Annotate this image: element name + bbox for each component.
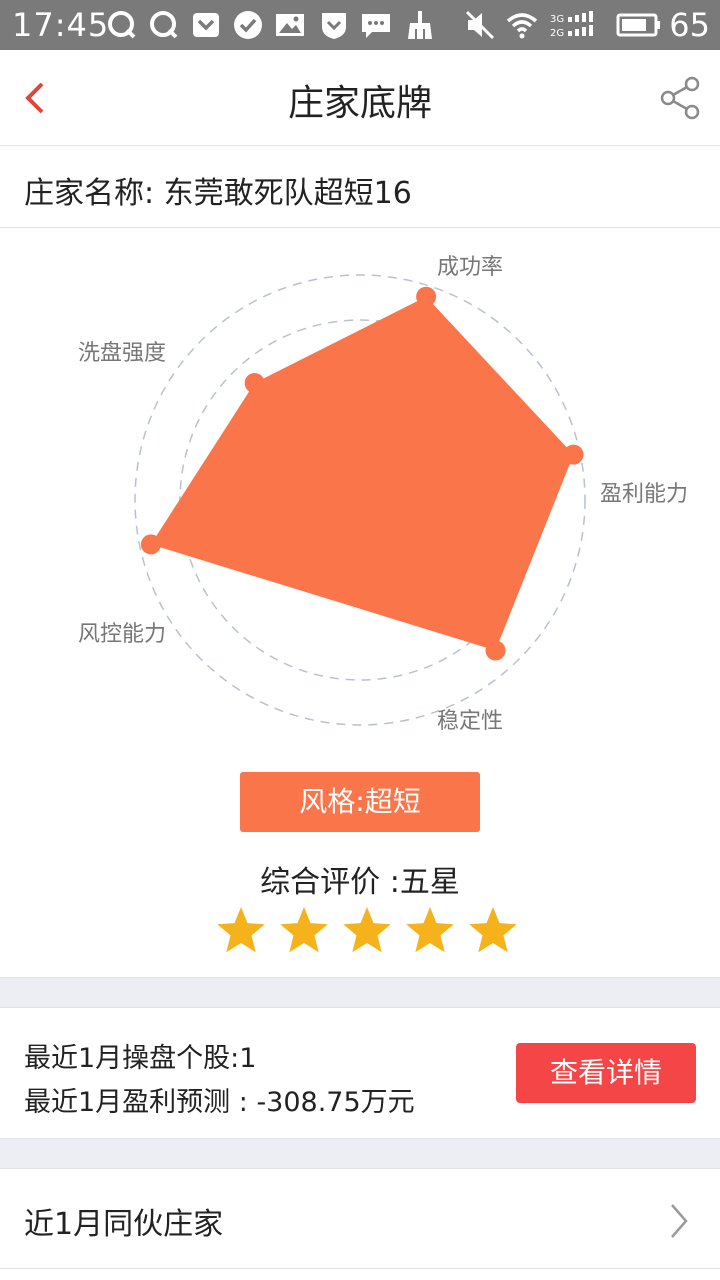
pocket-icon [193,13,219,37]
radar-point-2 [485,640,506,661]
status-time: 17:45 [12,6,110,44]
svg-text:3G: 3G [550,14,564,25]
dealer-name-row: 庄家名称: 东莞敢死队超短16 [0,146,720,228]
partner-dealers-label: 近1月同伙庄家 [24,1207,224,1242]
stats-panel: 最近1月操盘个股:1 最近1月盈利预测 : -308.75万元 查看详情 [0,1008,720,1139]
stocks-count: 最近1月操盘个股:1 [24,1043,257,1074]
radar-area [150,296,574,651]
battery-icon [616,13,660,37]
axis-label-washout-strength: 洗盘强度 [78,341,166,366]
status-bar: 17:45 3G 2G 65 [0,0,720,50]
overall-rating: 综合评价 :五星 [260,865,460,900]
star-icon [406,907,454,953]
section-divider [0,1138,720,1169]
rating-stars [215,905,525,959]
star-icon [343,907,391,953]
mute-icon [465,10,495,40]
radar-point-1 [563,444,584,465]
message-icon [362,14,390,38]
star-icon [280,907,328,953]
shield-icon [322,13,346,39]
radar-point-4 [244,373,265,393]
star-icon [469,907,517,953]
broom-icon [408,11,432,39]
dealer-name: 庄家名称: 东莞敢死队超短16 [24,176,412,211]
image-icon [276,14,304,36]
share-icon[interactable] [658,74,704,122]
q-icon [150,11,178,39]
radar-point-0 [416,286,437,307]
chevron-right-icon [671,1204,688,1238]
section-divider [0,977,720,1008]
wifi-icon [506,13,538,39]
radar-point-3 [140,534,161,555]
star-icon [217,907,265,953]
style-tag-button[interactable]: 风格:超短 [240,772,480,832]
header-bar: 庄家底牌 [0,50,720,146]
axis-label-profitability: 盈利能力 [600,482,688,507]
q-icon [108,11,136,39]
axis-label-risk-control: 风控能力 [78,622,166,647]
profit-forecast: 最近1月盈利预测 : -308.75万元 [24,1087,415,1118]
battery-level: 65 [669,6,710,44]
axis-label-stability: 稳定性 [437,709,503,734]
check-icon [234,11,262,39]
page-title: 庄家底牌 [287,83,432,124]
axis-label-success-rate: 成功率 [437,255,503,280]
svg-text:2G: 2G [550,28,564,39]
radar-chart: 成功率 盈利能力 稳定性 风控能力 洗盘强度 [78,255,688,734]
partner-dealers-row[interactable]: 近1月同伙庄家 [0,1169,720,1269]
view-details-button[interactable]: 查看详情 [516,1043,696,1103]
signal-icon: 3G 2G [550,11,593,39]
